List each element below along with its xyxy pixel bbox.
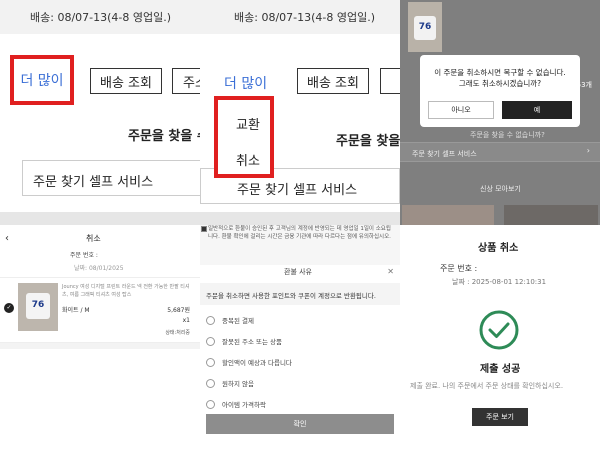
product-option: 화이트 / M [62,307,90,314]
reason-label: 아이템 가격하락 [222,401,266,409]
dialog-line-1: 이 주문을 취소하시면 복구할 수 없습니다. [434,68,566,77]
radio-button[interactable] [206,315,215,325]
find-order-question: 주문을 찾을 수 [128,129,200,144]
dialog-line-2: 그래도 취소하시겠습니까? [458,79,542,88]
shirt-graphic: 76 [414,16,436,40]
product-quantity: x1 [182,317,190,324]
dialog-message: 이 주문을 취소하시면 복구할 수 없습니다. 그래도 취소하시겠습니까? [420,67,580,89]
back-arrow-icon[interactable]: ‹ [5,233,9,244]
order-number-label: 주문 번호 : [440,264,478,273]
divider [0,343,200,349]
radio-button[interactable] [206,357,215,367]
cancel-confirm-dialog: 이 주문을 취소하시면 복구할 수 없습니다. 그래도 취소하시겠습니까? 아니… [420,55,580,127]
panel-cancel-success: 상품 취소 주문 번호 : 날짜 : 2025-08-01 12:10:31 제… [400,225,600,450]
check-icon[interactable]: ✓ [4,303,14,313]
self-service-link[interactable]: 주문 찾기 셀프 서비스 [22,160,200,196]
reason-label: 할인액이 예상과 다릅니다 [222,359,292,367]
find-order-question: 주문을 찾을 수 없습니까? [470,131,545,139]
radio-button[interactable] [206,336,215,346]
reason-option[interactable]: 아이템 가격하락 [206,399,266,409]
chevron-right-icon: › [586,146,590,155]
self-service-link[interactable]: 주문 찾기 셀프 서비스 [400,142,600,162]
reason-label: 중복된 결제 [222,317,254,325]
confirm-button[interactable]: 확인 [206,414,394,434]
reason-option[interactable]: 원하지 않음 [206,378,254,388]
panel-cancel-order: ‹ 취소 주문 번호 : 날짜: 08/01/2025 ✓ 76 Jouncy … [0,225,200,450]
status-badge: 상태:처리중 [165,330,190,336]
close-icon[interactable]: ✕ [387,267,394,276]
refund-reason-title: 환불 사유 [284,268,312,276]
product-price: 5,687원 [167,307,190,314]
panel-order-detail-1: 배송: 08/07-13(4-8 영업일.) 더 많이 배송 조회 주소 주문을… [0,0,200,225]
order-number-label: 주문 번호 : [70,252,98,259]
shirt-graphic: 76 [26,293,50,319]
address-button[interactable] [380,68,400,94]
track-shipping-button[interactable]: 배송 조회 [90,68,162,94]
reason-option[interactable]: 할인액이 예상과 다릅니다 [206,357,292,367]
no-button[interactable]: 아니오 [428,101,494,119]
shipping-info: 배송: 08/07-13(4-8 영업일.) [0,0,200,34]
more-button[interactable]: 더 많이 [10,55,74,105]
radio-button[interactable] [206,399,215,409]
order-date: 날짜: 08/01/2025 [74,265,124,272]
panel-cancel-confirm: 76 53개 주문을 찾을 수 없습니까? 주문 찾기 셀프 서비스 › 신상 … [400,0,600,225]
shipping-info: 배송: 08/07-13(4-8 영업일.) [200,0,400,34]
menu-item-cancel[interactable]: 취소 [236,150,260,169]
model-photo [402,205,494,225]
menu-item-exchange[interactable]: 교환 [236,114,260,133]
new-arrivals-heading: 신상 모아보기 [480,185,521,193]
success-message: 제출 완료. 나의 주문에서 주문 상태를 확인하십시오. [410,382,564,390]
reason-label: 원하지 않음 [222,380,254,388]
reason-option[interactable]: 잘못된 주소 또는 상품 [206,336,282,346]
more-button[interactable]: 더 많이 [224,73,267,93]
check-circle-icon [479,310,519,350]
order-date: 날짜 : 2025-08-01 12:10:31 [452,278,547,286]
product-name: Jouncy 여성 디지털 프린트 라운드 넥 전환 가능한 반팔 티셔츠, 여… [62,284,190,298]
divider [0,212,200,225]
view-order-button[interactable]: 주문 보기 [472,408,528,426]
more-dropdown-menu: 교환 취소 [214,96,274,178]
panel-order-detail-menu: 배송: 08/07-13(4-8 영업일.) 더 많이 배송 조회 주문을 찾을… [200,0,400,225]
radio-button[interactable] [206,378,215,388]
model-photo [504,205,598,225]
yes-button[interactable]: 예 [502,101,572,119]
panel-refund-reason: 일반적으로 환불이 승인된 후 고객님의 계정에 반영되는 데 영업일 1일이 … [200,225,400,450]
product-image: 76 [18,283,58,331]
address-button[interactable]: 주소 [172,68,200,94]
find-order-question: 주문을 찾을 [336,134,400,149]
product-image: 76 [408,2,442,52]
refund-info-text: 주문을 취소하면 사용한 포인트와 쿠폰이 계정으로 반환됩니다. [200,283,400,305]
track-shipping-button[interactable]: 배송 조회 [297,68,369,94]
divider [200,212,400,225]
note-checkbox [201,226,207,232]
reason-label: 잘못된 주소 또는 상품 [222,338,283,346]
refund-note: 일반적으로 환불이 승인된 후 고객님의 계정에 반영되는 데 영업일 1일이 … [208,226,391,240]
reason-option[interactable]: 중복된 결제 [206,315,254,325]
page-title: 취소 [86,234,101,243]
page-title: 상품 취소 [478,243,519,254]
success-heading: 제출 성공 [480,364,521,375]
